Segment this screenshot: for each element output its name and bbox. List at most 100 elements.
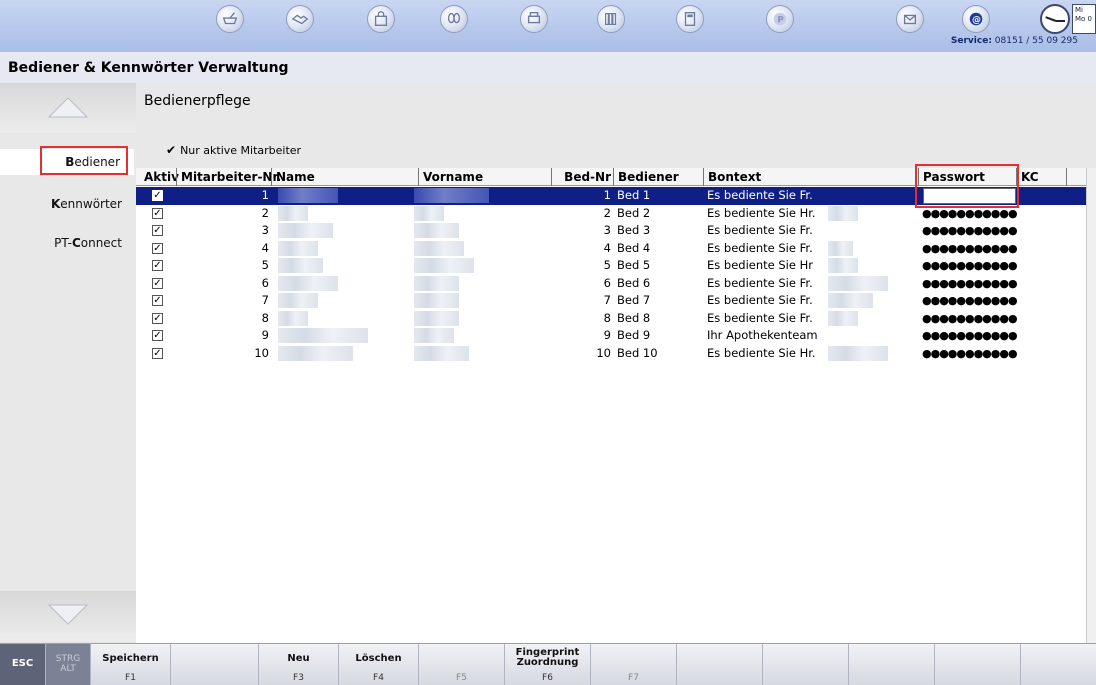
sidebar-item-kennworter[interactable]: Kennwörter bbox=[0, 191, 136, 217]
col-mitarbeiter-nr[interactable]: Mitarbeiter-Nr. bbox=[176, 168, 281, 186]
section-title: Bedienerpflege bbox=[144, 93, 251, 109]
bed-nr-cell: 10 bbox=[596, 345, 611, 360]
filter-active-checkbox[interactable]: ✔ Nur aktive Mitarbeiter bbox=[166, 143, 301, 157]
bediener-cell: Bed 8 bbox=[617, 310, 651, 325]
aktiv-checkbox[interactable]: ✓ bbox=[152, 242, 163, 254]
redacted-cell bbox=[278, 240, 318, 256]
highlight-box-bediener bbox=[40, 146, 128, 175]
bediener-cell: Bed 9 bbox=[617, 328, 651, 342]
strg-alt-button[interactable]: STRG ALT bbox=[46, 644, 91, 685]
password-mask: ●●●●●●●●●●● bbox=[922, 294, 1018, 307]
service-hotline: Service: 08151 / 55 09 295 bbox=[950, 36, 1078, 46]
vertical-scrollbar[interactable] bbox=[1086, 168, 1096, 643]
svg-text:@: @ bbox=[972, 16, 981, 26]
scroll-up-button[interactable] bbox=[0, 83, 136, 133]
title-bar: Bediener & Kennwörter Verwaltung bbox=[0, 52, 1096, 83]
scroll-down-button[interactable] bbox=[0, 591, 136, 641]
bed-nr-cell: 7 bbox=[603, 293, 611, 307]
mortar-icon[interactable] bbox=[216, 5, 244, 33]
aktiv-checkbox[interactable]: ✓ bbox=[152, 347, 163, 359]
mitarbeiter-nr-cell: 10 bbox=[254, 345, 269, 360]
table-row[interactable]: ✓ 7 7 Bed 7 Es bediente Sie Fr. ●●●●●●●●●●● bbox=[136, 292, 1090, 310]
mitarbeiter-nr-cell: 4 bbox=[261, 240, 269, 255]
col-kc[interactable]: KC bbox=[1016, 168, 1039, 186]
neu-button[interactable]: Neu F3 bbox=[259, 644, 339, 685]
table-row[interactable]: ✓ 5 5 Bed 5 Es bediente Sie Hr ●●●●●●●●●●● bbox=[136, 257, 1090, 275]
main-header: Bedienerpflege ✔ Nur aktive Mitarbeiter bbox=[136, 83, 1096, 168]
fkey-blank-12[interactable] bbox=[935, 644, 1021, 685]
fkey-label: Neu bbox=[287, 653, 310, 664]
bontext-cell: Es bediente Sie Fr. bbox=[707, 275, 813, 290]
redacted-cell bbox=[828, 240, 853, 256]
table-row[interactable]: ✓ 8 8 Bed 8 Es bediente Sie Fr. ●●●●●●●●●●● bbox=[136, 310, 1090, 328]
redacted-cell bbox=[278, 310, 308, 326]
password-mask: ●●●●●●●●●●● bbox=[922, 259, 1018, 272]
redacted-cell bbox=[414, 188, 489, 203]
redacted-cell bbox=[414, 275, 459, 291]
fkey-label: STRG ALT bbox=[55, 654, 81, 674]
redacted-cell bbox=[278, 188, 338, 203]
bediener-cell: Bed 1 bbox=[617, 188, 651, 202]
fkey-blank-13[interactable] bbox=[1021, 644, 1096, 685]
bed-nr-cell: 8 bbox=[603, 310, 611, 325]
bediener-cell: Bed 10 bbox=[617, 345, 658, 360]
redacted-cell bbox=[278, 345, 353, 361]
fkey-blank-2[interactable] bbox=[171, 644, 259, 685]
col-bontext[interactable]: Bontext bbox=[703, 168, 761, 186]
aktiv-checkbox[interactable]: ✓ bbox=[152, 190, 163, 201]
bed-nr-cell: 1 bbox=[603, 188, 611, 202]
redacted-cell bbox=[414, 240, 464, 256]
f7-button[interactable]: F7 bbox=[591, 644, 677, 685]
col-vorname[interactable]: Vorname bbox=[418, 168, 483, 186]
fkey-blank-11[interactable] bbox=[849, 644, 935, 685]
calculator-icon[interactable] bbox=[676, 5, 704, 33]
table-row[interactable]: ✓ 6 6 Bed 6 Es bediente Sie Fr. ●●●●●●●●●●● bbox=[136, 275, 1090, 293]
fkey-blank-10[interactable] bbox=[763, 644, 849, 685]
fkey-shortcut: F4 bbox=[373, 673, 384, 683]
col-bediener[interactable]: Bediener bbox=[613, 168, 679, 186]
redacted-cell bbox=[828, 293, 873, 308]
col-name[interactable]: Name bbox=[271, 168, 315, 186]
aktiv-checkbox[interactable]: ✓ bbox=[152, 260, 163, 271]
redacted-cell bbox=[278, 223, 333, 238]
loeschen-button[interactable]: Löschen F4 bbox=[339, 644, 419, 685]
sidebar-item-pt-connect[interactable]: PT-Connect bbox=[0, 230, 136, 256]
bontext-cell: Ihr Apothekenteam bbox=[707, 328, 818, 342]
redacted-cell bbox=[278, 275, 338, 291]
books-icon[interactable] bbox=[597, 5, 625, 33]
aktiv-checkbox[interactable]: ✓ bbox=[152, 312, 163, 324]
speichern-button[interactable]: Speichern F1 bbox=[91, 644, 171, 685]
fingerprint-zuordnung-button[interactable]: Fingerprint Zuordnung F6 bbox=[505, 644, 591, 685]
fkey-label: Fingerprint Zuordnung bbox=[515, 647, 580, 668]
mail-icon[interactable] bbox=[896, 5, 924, 33]
aktiv-checkbox[interactable]: ✓ bbox=[152, 225, 163, 236]
bediener-cell: Bed 2 bbox=[617, 205, 651, 220]
handshake-icon[interactable] bbox=[286, 5, 314, 33]
p-icon[interactable]: P bbox=[766, 5, 794, 33]
table-row[interactable]: ✓ 3 3 Bed 3 Es bediente Sie Fr. ●●●●●●●●●●● bbox=[136, 222, 1090, 240]
bontext-cell: Es bediente Sie Hr. bbox=[707, 345, 816, 360]
table-row[interactable]: ✓ 10 10 Bed 10 Es bediente Sie Hr. ●●●●●●●●●●… bbox=[136, 345, 1090, 363]
fkey-blank-9[interactable] bbox=[677, 644, 763, 685]
table-row[interactable]: ✓ 9 9 Bed 9 Ihr Apothekenteam ●●●●●●●●●●● bbox=[136, 327, 1090, 345]
clock-icon bbox=[1040, 4, 1070, 34]
top-toolbar: P @ Mi Mo 0 Service: 08151 / 55 09 295 bbox=[0, 0, 1096, 52]
at-icon[interactable]: @ bbox=[962, 5, 990, 33]
password-mask: ●●●●●●●●●●● bbox=[922, 346, 1018, 360]
col-aktiv[interactable]: Aktiv bbox=[140, 168, 179, 186]
fkey-shortcut: F6 bbox=[542, 673, 553, 683]
printer-icon[interactable] bbox=[520, 5, 548, 33]
aktiv-checkbox[interactable]: ✓ bbox=[152, 295, 163, 306]
aktiv-checkbox[interactable]: ✓ bbox=[152, 330, 163, 341]
aktiv-checkbox[interactable]: ✓ bbox=[152, 277, 163, 289]
fkey-shortcut: F5 bbox=[456, 673, 467, 683]
table-row[interactable]: ✓ 4 4 Bed 4 Es bediente Sie Fr. ●●●●●●●●●●● bbox=[136, 240, 1090, 258]
fkey-shortcut: F3 bbox=[293, 673, 304, 683]
aktiv-checkbox[interactable]: ✓ bbox=[152, 207, 163, 219]
col-bed-nr[interactable]: Bed-Nr bbox=[551, 168, 613, 186]
shopping-bag-icon[interactable] bbox=[367, 5, 395, 33]
function-key-bar: ESC STRG ALT Speichern F1 Neu F3 Löschen F4 F5 Fin… bbox=[0, 643, 1096, 685]
esc-button[interactable]: ESC bbox=[0, 644, 46, 685]
leaves-icon[interactable] bbox=[440, 5, 468, 33]
f5-button[interactable]: F5 bbox=[419, 644, 505, 685]
